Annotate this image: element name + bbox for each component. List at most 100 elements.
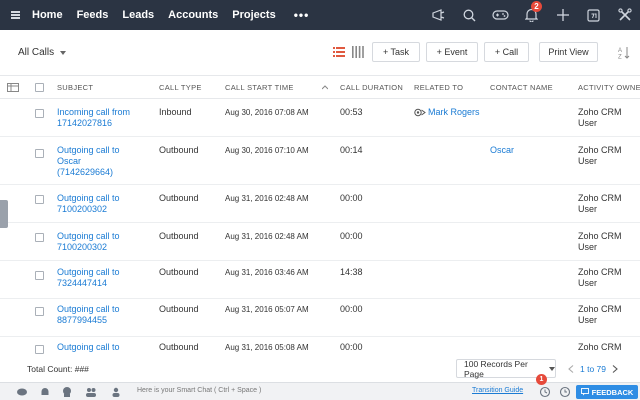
tools-icon[interactable] bbox=[609, 0, 640, 30]
add-task-button[interactable]: + Task bbox=[372, 42, 420, 62]
bell-icon[interactable]: 2 bbox=[516, 0, 547, 30]
next-page-icon[interactable] bbox=[612, 364, 618, 373]
activity-owner: Zoho CRM User bbox=[578, 145, 622, 166]
search-icon[interactable] bbox=[454, 0, 485, 30]
contact-link-icon bbox=[414, 108, 426, 117]
svg-text:Z: Z bbox=[618, 55, 622, 60]
nav-leads[interactable]: Leads bbox=[122, 9, 154, 21]
select-all-checkbox[interactable] bbox=[35, 83, 44, 92]
nav-feeds[interactable]: Feeds bbox=[77, 9, 109, 21]
page-range: 1 to 79 bbox=[580, 363, 606, 374]
contacts-icon[interactable] bbox=[85, 386, 97, 398]
column-call-start-time[interactable]: CALL START TIME bbox=[225, 83, 294, 92]
nav-projects[interactable]: Projects bbox=[232, 9, 275, 21]
row-checkbox[interactable] bbox=[35, 233, 44, 242]
call-duration: 00:00 bbox=[340, 193, 363, 203]
svg-text:A: A bbox=[618, 48, 622, 54]
call-start-time: Aug 31, 2016 05:08 AM bbox=[225, 343, 309, 352]
gamepad-icon[interactable] bbox=[485, 0, 516, 30]
table-header: SUBJECT CALL TYPE CALL START TIME CALL D… bbox=[0, 75, 640, 99]
chat-icon[interactable] bbox=[16, 386, 28, 398]
previous-page-icon[interactable] bbox=[568, 364, 574, 373]
user-icon[interactable] bbox=[110, 386, 122, 398]
channels-icon[interactable] bbox=[61, 386, 73, 398]
more-icon[interactable]: ••• bbox=[294, 8, 310, 22]
reminder-icon[interactable] bbox=[539, 386, 551, 398]
subject-link[interactable]: Outgoing call to 8877994455 bbox=[57, 304, 131, 326]
kanban-view-icon[interactable] bbox=[352, 46, 364, 58]
smart-chat-input[interactable]: Here is your Smart Chat ( Ctrl + Space ) bbox=[137, 387, 261, 394]
side-panel-toggle[interactable] bbox=[0, 200, 8, 228]
sort-icon[interactable]: A Z bbox=[618, 46, 630, 59]
subject-link[interactable]: Outgoing call to 7100200302 bbox=[57, 193, 131, 215]
call-duration: 00:14 bbox=[340, 145, 363, 155]
activity-owner: Zoho CRM User bbox=[578, 193, 622, 214]
table-row[interactable]: Outgoing call to 7100200302 Outbound Aug… bbox=[0, 185, 640, 223]
subject-link[interactable]: Outgoing call to bbox=[57, 342, 120, 353]
chevron-down-icon bbox=[549, 366, 555, 371]
subject-link[interactable]: Outgoing call to 7324447414 bbox=[57, 267, 131, 289]
call-duration: 00:53 bbox=[340, 107, 363, 117]
column-call-duration[interactable]: CALL DURATION bbox=[340, 83, 403, 92]
call-duration: 00:00 bbox=[340, 304, 363, 314]
table-row[interactable]: Outgoing call to 7100200302 Outbound Aug… bbox=[0, 223, 640, 261]
column-activity-owner[interactable]: ACTIVITY OWNER bbox=[578, 83, 640, 92]
row-checkbox[interactable] bbox=[35, 109, 44, 118]
table-row[interactable]: Outgoing call to 8877994455 Outbound Aug… bbox=[0, 299, 640, 337]
view-label: All Calls bbox=[18, 47, 55, 58]
related-to-link[interactable]: Mark Rogers bbox=[428, 107, 480, 118]
calendar-icon[interactable] bbox=[578, 0, 609, 30]
call-duration: 00:00 bbox=[340, 231, 363, 241]
contact-name-link[interactable]: Oscar bbox=[490, 145, 514, 156]
activity-owner: Zoho CRM User bbox=[578, 107, 622, 128]
add-event-button[interactable]: + Event bbox=[426, 42, 478, 62]
menu-icon[interactable] bbox=[0, 0, 30, 30]
nav-accounts[interactable]: Accounts bbox=[168, 9, 218, 21]
sort-ascending-icon[interactable] bbox=[322, 85, 328, 90]
column-related-to[interactable]: RELATED TO bbox=[414, 83, 463, 92]
column-settings-icon[interactable] bbox=[7, 83, 19, 92]
row-checkbox[interactable] bbox=[35, 307, 44, 316]
subject-link[interactable]: Outgoing call to Oscar (7142629664) bbox=[57, 145, 131, 178]
clock-icon[interactable] bbox=[559, 386, 571, 398]
column-call-type[interactable]: CALL TYPE bbox=[159, 83, 202, 92]
row-checkbox[interactable] bbox=[35, 149, 44, 158]
add-call-button[interactable]: + Call bbox=[484, 42, 529, 62]
row-checkbox[interactable] bbox=[35, 345, 44, 354]
call-start-time: Aug 31, 2016 03:46 AM bbox=[225, 268, 309, 277]
column-contact-name[interactable]: CONTACT NAME bbox=[490, 83, 553, 92]
top-navigation-bar: Home Feeds Leads Accounts Projects ••• 2 bbox=[0, 0, 640, 30]
call-type: Outbound bbox=[159, 304, 199, 314]
announcement-icon[interactable] bbox=[423, 0, 454, 30]
nav-home[interactable]: Home bbox=[32, 9, 63, 21]
bell-icon[interactable] bbox=[39, 386, 51, 398]
feedback-button[interactable]: FEEDBACK bbox=[576, 385, 638, 399]
row-checkbox[interactable] bbox=[35, 195, 44, 204]
call-start-time: Aug 31, 2016 02:48 AM bbox=[225, 232, 309, 241]
table-row[interactable]: Outgoing call to Outbound Aug 31, 2016 0… bbox=[0, 337, 640, 356]
list-view-icon[interactable] bbox=[333, 46, 345, 58]
column-subject[interactable]: SUBJECT bbox=[57, 83, 93, 92]
smart-chat-bar: Here is your Smart Chat ( Ctrl + Space )… bbox=[0, 382, 640, 400]
table-row[interactable]: Outgoing call to 7324447414 Outbound Aug… bbox=[0, 261, 640, 299]
print-view-button[interactable]: Print View bbox=[539, 42, 598, 62]
notification-badge: 2 bbox=[531, 1, 542, 12]
plus-icon[interactable] bbox=[547, 0, 578, 30]
activity-owner: Zoho CRM User bbox=[578, 231, 622, 252]
call-start-time: Aug 30, 2016 07:08 AM bbox=[225, 108, 309, 117]
call-type: Outbound bbox=[159, 231, 199, 241]
call-type: Inbound bbox=[159, 107, 192, 117]
chevron-down-icon bbox=[60, 50, 67, 55]
subject-link[interactable]: Incoming call from 17142027816 bbox=[57, 107, 147, 129]
call-duration: 14:38 bbox=[340, 267, 363, 277]
call-start-time: Aug 30, 2016 07:10 AM bbox=[225, 146, 309, 155]
pagination: 1 to 79 bbox=[568, 359, 630, 378]
transition-guide-link[interactable]: Transition Guide bbox=[472, 387, 523, 394]
table-row[interactable]: Incoming call from 17142027816 Inbound A… bbox=[0, 99, 640, 137]
view-dropdown[interactable]: All Calls bbox=[18, 47, 67, 58]
row-checkbox[interactable] bbox=[35, 271, 44, 280]
call-type: Outbound bbox=[159, 193, 199, 203]
table-row[interactable]: Outgoing call to Oscar (7142629664) Outb… bbox=[0, 137, 640, 185]
subject-link[interactable]: Outgoing call to 7100200302 bbox=[57, 231, 131, 253]
feedback-icon bbox=[580, 388, 589, 396]
